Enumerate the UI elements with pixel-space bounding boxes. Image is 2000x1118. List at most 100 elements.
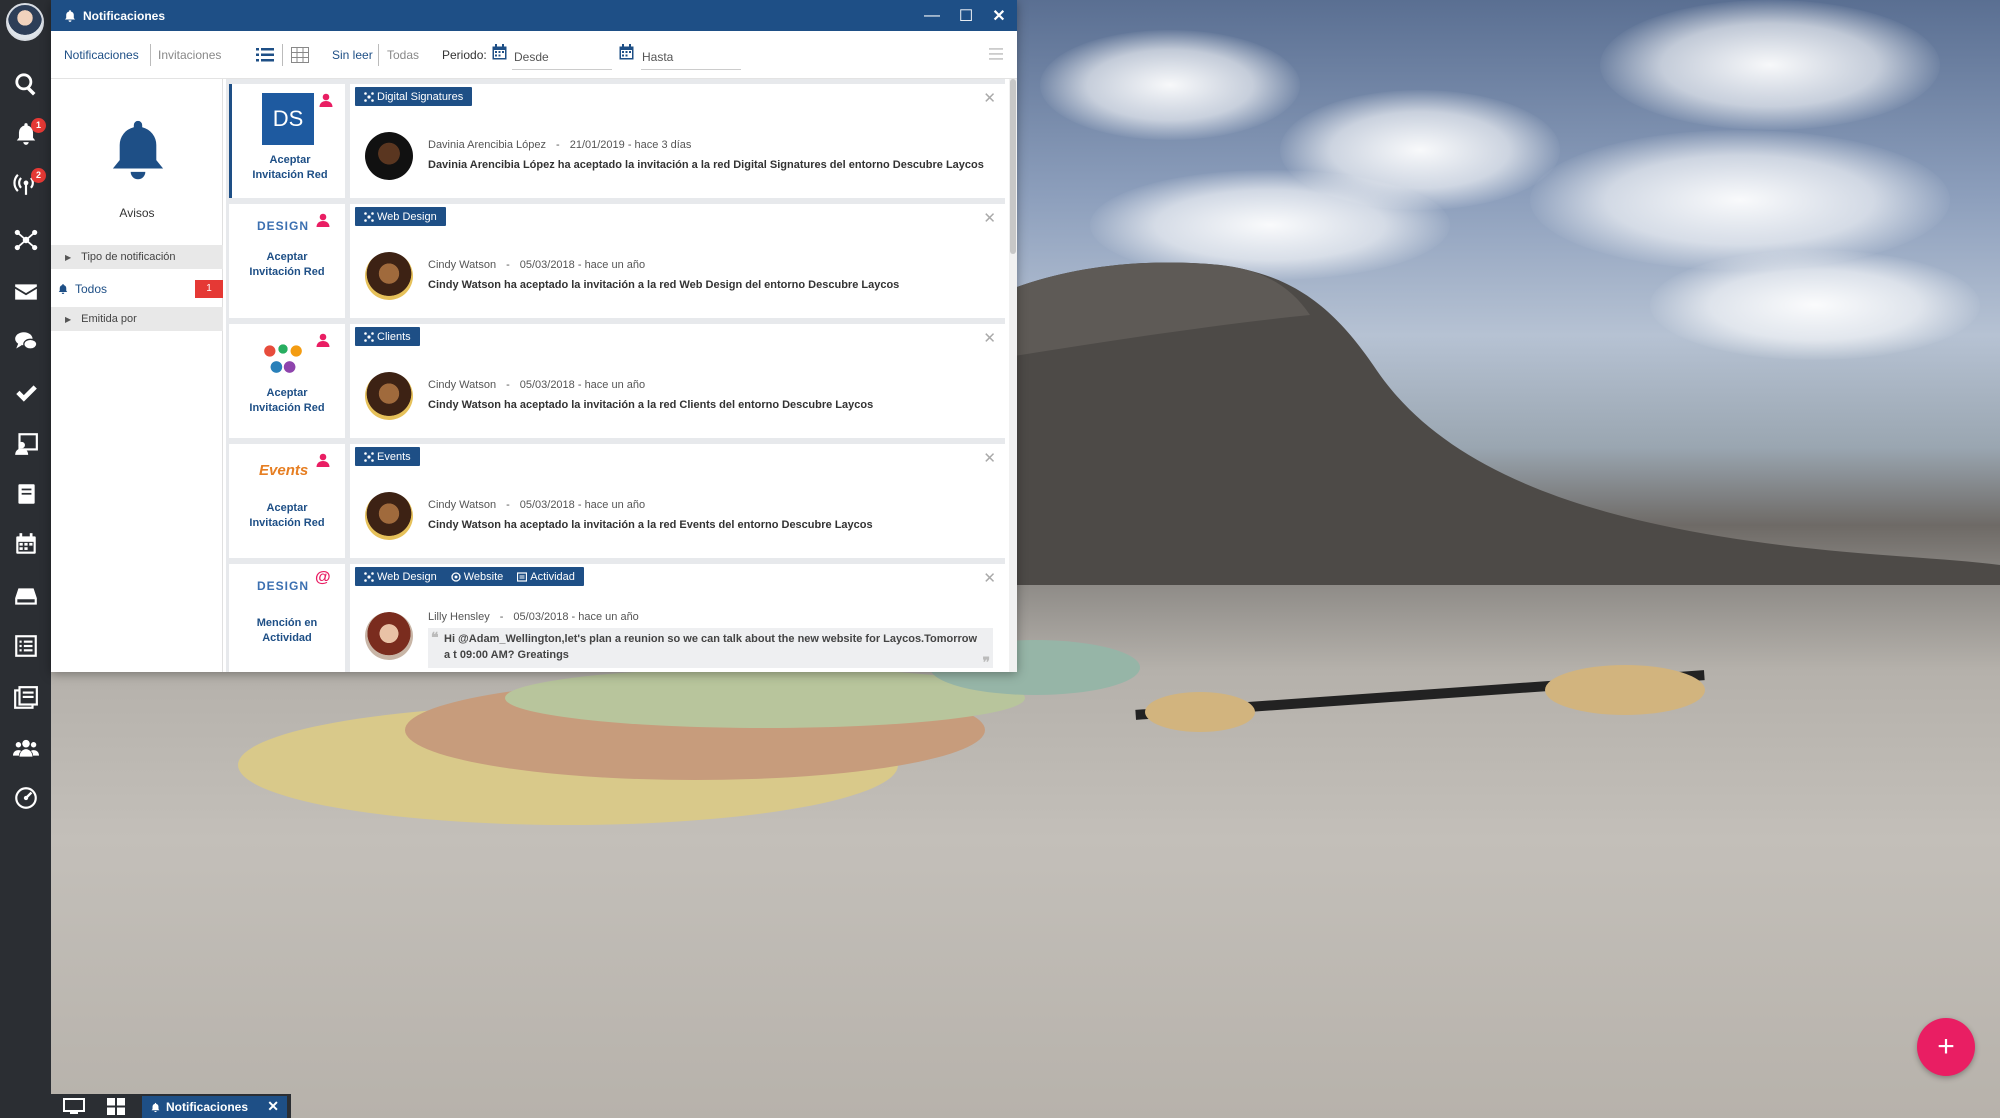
user-icon [319,93,333,107]
notification-action: Aceptar Invitación Red [249,251,325,278]
notification-card[interactable]: DESIGN Aceptar Invitación Red Web Design… [229,204,1005,318]
notification-type-panel: DS Aceptar Invitación Red [229,84,345,198]
notification-content: Events ✕ Cindy Watson -05/03/2018 - hace … [350,444,1005,558]
sidebar-title: Avisos [119,206,155,220]
author-name: Cindy Watson [428,499,497,511]
calendar-icon [619,44,634,60]
window-title: Notificaciones [83,8,166,23]
signal-icon[interactable]: 2 [0,162,51,206]
mountain-shape [960,262,2000,585]
close-icon[interactable]: ✕ [267,1098,279,1115]
at-mention-icon: @ [315,569,331,586]
sidebar-item-todos[interactable]: Todos 1 [51,275,223,303]
book-icon[interactable] [0,472,51,516]
user-icon [316,453,330,467]
user-icon [316,213,330,227]
mail-icon[interactable] [0,270,51,314]
news-icon[interactable] [0,676,51,720]
menu-icon[interactable] [989,48,1003,60]
network-icon[interactable] [0,218,51,262]
calendar-icon[interactable] [0,522,51,566]
notification-card[interactable]: Events Aceptar Invitación Red Events ✕ C… [229,444,1005,558]
sidebar-item-emitida[interactable]: ▶ Emitida por [51,307,223,331]
tag[interactable]: Clients [364,331,411,343]
notification-content: Web Design Website Actividad ✕ Lilly Hen… [350,564,1005,672]
drive-icon[interactable] [0,574,51,618]
date-from-input[interactable]: Desde [514,50,549,64]
search-icon[interactable] [0,62,51,106]
sidebar-item-label: Todos [75,282,108,296]
period-label: Periodo: [442,48,487,62]
sidebar-item-tipo[interactable]: ▶ Tipo de notificación [51,245,223,269]
notification-type-panel: Aceptar Invitación Red [229,324,345,438]
notification-date: 05/03/2018 - hace un año [519,259,646,271]
scrollbar-thumb[interactable] [1010,79,1016,254]
close-icon[interactable]: ✕ [983,89,996,107]
minimize-button[interactable]: — [917,0,947,31]
dashboard-icon[interactable] [0,776,51,820]
mention-quote: ❝ Hi @Adam_Wellington,let's plan a reuni… [428,628,993,670]
grid-icon[interactable] [107,1098,125,1115]
tag-label: Events [377,450,411,463]
network-icon [364,91,374,102]
monitor-icon[interactable] [63,1098,85,1115]
tag[interactable]: Digital Signatures [364,91,463,103]
notification-card[interactable]: DESIGN @ Mención en Actividad Web Design… [229,564,1005,672]
tag-label: Web Design [377,570,437,583]
tag-label: Web Design [377,210,437,223]
network-logo: DESIGN [257,219,310,233]
network-icon [364,451,374,462]
activity-icon [517,571,528,582]
group-icon[interactable] [0,726,51,770]
notification-card[interactable]: DS Aceptar Invitación Red Digital Signat… [229,84,1005,198]
tag[interactable]: Web Design [364,211,437,223]
caret-right-icon: ▶ [65,252,72,262]
tab-notificaciones[interactable]: Notificaciones [64,48,139,62]
user-icon [316,333,330,347]
tag[interactable]: Website [451,571,503,583]
notification-date: 21/01/2019 - hace 3 días [569,139,692,151]
tag[interactable]: Events [364,451,411,463]
avatar [365,612,413,660]
tag[interactable]: Actividad [517,571,575,583]
tag[interactable]: Web Design [364,571,437,583]
tab-invitaciones[interactable]: Invitaciones [158,48,221,62]
window-titlebar[interactable]: Notificaciones — ☐ ✕ [51,0,1017,31]
close-icon[interactable]: ✕ [983,449,996,467]
close-icon[interactable]: ✕ [983,209,996,227]
avatar [365,372,413,420]
bell-icon[interactable]: 1 [0,112,51,156]
list-icon[interactable] [0,624,51,668]
tag-bar: Web Design [355,207,446,226]
notifications-window: Notificaciones — ☐ ✕ Notificaciones Invi… [51,0,1017,672]
filter-todas[interactable]: Todas [387,48,419,62]
contact-icon[interactable] [0,422,51,466]
list-view-icon[interactable] [256,47,274,63]
notification-content: Digital Signatures ✕ Davinia Arencibia L… [350,84,1005,198]
close-icon[interactable]: ✕ [983,569,996,587]
notification-meta: Cindy Watson -05/03/2018 - hace un año [428,499,646,511]
tag-label: Actividad [530,570,575,583]
filter-sin-leer[interactable]: Sin leer [332,48,373,62]
author-name: Davinia Arencibia López [428,139,547,151]
check-icon[interactable] [0,372,51,416]
maximize-button[interactable]: ☐ [951,0,981,31]
notification-card[interactable]: Aceptar Invitación Red Clients ✕ Cindy W… [229,324,1005,438]
app-dock: 1 2 [0,0,51,1118]
notification-meta: Cindy Watson -05/03/2018 - hace un año [428,379,646,391]
scrollbar[interactable] [1009,79,1017,672]
tag-bar: Clients [355,327,420,346]
add-button[interactable]: + [1917,1018,1975,1076]
taskbar-item-notificaciones[interactable]: Notificaciones ✕ [142,1096,287,1118]
notification-meta: Lilly Hensley -05/03/2018 - hace un año [428,611,639,623]
close-button[interactable]: ✕ [984,0,1014,31]
grid-view-icon[interactable] [291,47,309,63]
bell-icon [65,9,75,22]
chat-icon[interactable] [0,320,51,364]
date-to-input[interactable]: Hasta [642,50,673,64]
user-avatar[interactable] [6,3,44,41]
notification-message: Hi @Adam_Wellington,let's plan a reunion… [444,633,978,661]
bell-icon [58,284,68,294]
close-icon[interactable]: ✕ [983,329,996,347]
avatar [365,132,413,180]
